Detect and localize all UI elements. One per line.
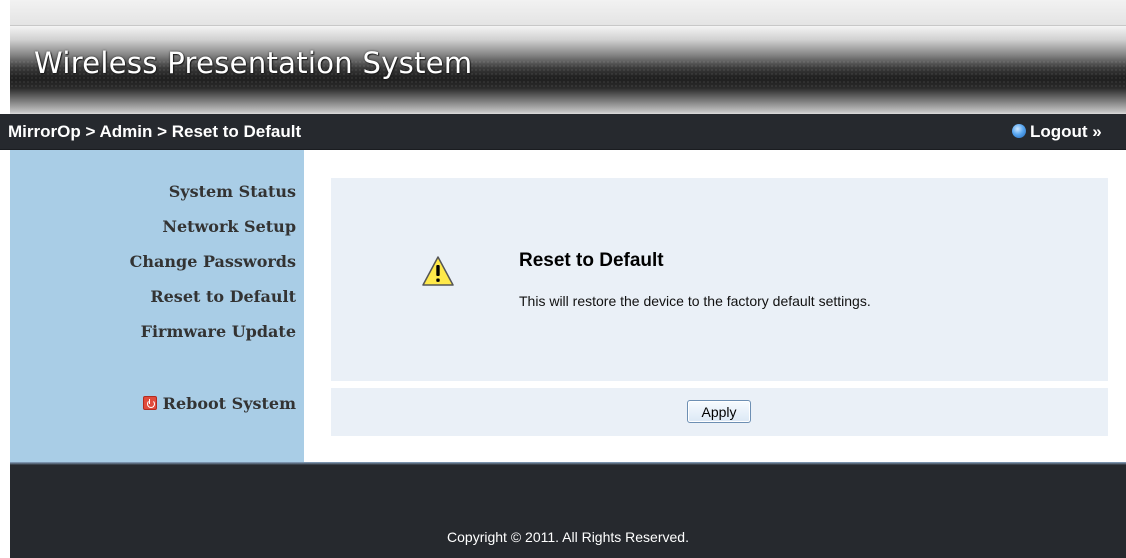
apply-button[interactable]: Apply (687, 400, 751, 423)
header-banner: Wireless Presentation System (10, 26, 1126, 114)
sidebar-item-system-status[interactable]: System Status (169, 182, 296, 201)
warning-icon (422, 256, 454, 286)
browser-top-strip (0, 0, 1126, 26)
breadcrumb: MirrorOp > Admin > Reset to Default (8, 122, 302, 141)
footer: Copyright © 2011. All Rights Reserved. (10, 465, 1126, 558)
logout-label: Logout » (1030, 122, 1102, 141)
top-strip-bar (10, 0, 1126, 26)
sidebar: System Status Network Setup Change Passw… (10, 150, 304, 462)
sidebar-item-reset-to-default[interactable]: Reset to Default (150, 287, 296, 306)
navigation-bar: MirrorOp > Admin > Reset to Default Logo… (0, 114, 1126, 150)
globe-icon (1012, 124, 1026, 138)
page-title: Reset to Default (519, 250, 664, 271)
reset-description: This will restore the device to the fact… (519, 293, 871, 309)
app-title: Wireless Presentation System (34, 46, 473, 80)
sidebar-item-firmware-update[interactable]: Firmware Update (141, 322, 296, 341)
sidebar-item-network-setup[interactable]: Network Setup (162, 217, 296, 236)
power-icon (142, 396, 157, 410)
logout-link[interactable]: Logout » (1012, 122, 1102, 142)
reboot-label: Reboot System (162, 394, 296, 413)
copyright-text: Copyright © 2011. All Rights Reserved. (447, 529, 689, 545)
sidebar-item-change-passwords[interactable]: Change Passwords (130, 252, 296, 271)
reboot-system-link[interactable]: Reboot System (142, 394, 296, 413)
